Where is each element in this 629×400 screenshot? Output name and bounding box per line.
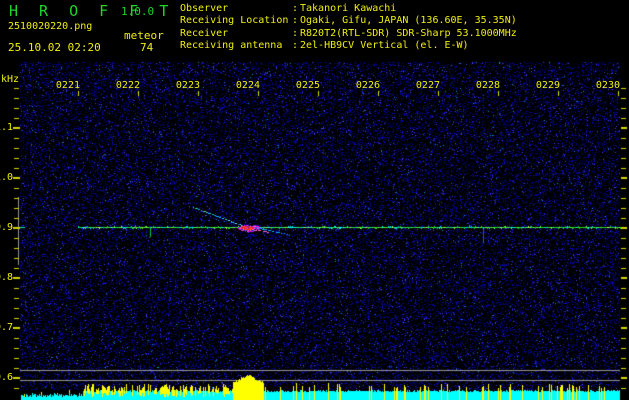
hrofft-window: H R O F F T 1.0.0 2510020220.png meteor … xyxy=(0,0,629,400)
spectrogram-canvas xyxy=(0,0,629,400)
